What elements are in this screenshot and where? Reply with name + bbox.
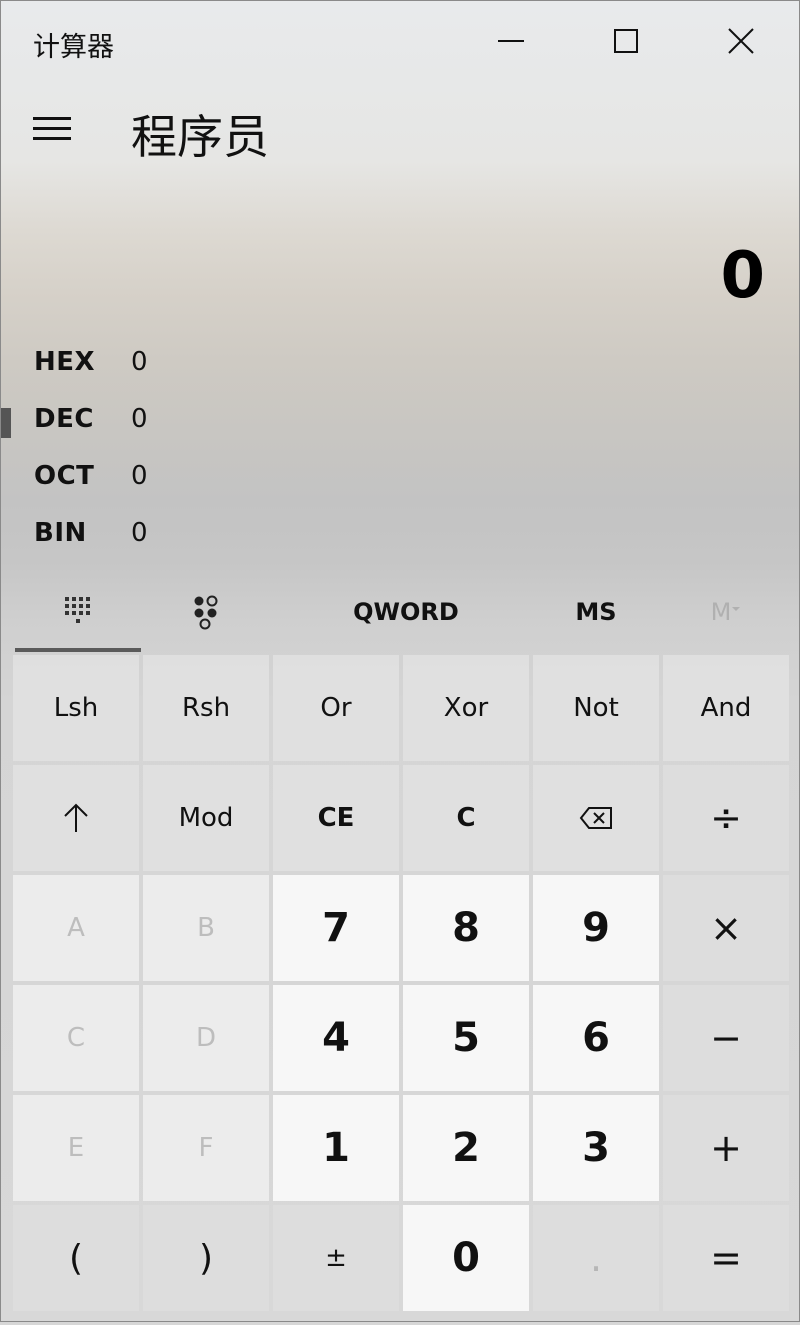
word-size-button[interactable]: QWORD [311,576,501,648]
bit-toggle-icon [194,595,218,630]
radix-row-dec[interactable]: DEC 0 [1,396,401,446]
hamburger-icon [33,117,71,140]
left-paren-button[interactable]: ( [13,1205,139,1311]
minus-button[interactable]: − [663,985,789,1091]
keypad-mode-row: QWORD MS M [1,576,799,656]
hex-f-button[interactable]: F [143,1095,269,1201]
not-button[interactable]: Not [533,655,659,761]
selection-indicator [1,408,11,438]
negate-button[interactable]: ± [273,1205,399,1311]
tab-bit-toggle[interactable] [146,576,268,648]
hex-b-button[interactable]: B [143,875,269,981]
maximize-icon [614,29,638,53]
arrow-up-icon [64,803,88,832]
or-button[interactable]: Or [273,655,399,761]
navigation-menu-button[interactable] [31,113,77,153]
hex-d-button[interactable]: D [143,985,269,1091]
keypad: Lsh Rsh Or Xor Not And Mod CE C ÷ A B 7 … [13,655,789,1311]
radix-label: DEC [34,404,94,434]
digit-0-button[interactable]: 0 [403,1205,529,1311]
equals-button[interactable]: = [663,1205,789,1311]
radix-row-hex[interactable]: HEX 0 [1,339,401,389]
active-tab-underline [15,648,141,652]
digit-8-button[interactable]: 8 [403,875,529,981]
radix-label: BIN [34,518,87,548]
app-title: 计算器 [33,32,114,63]
digit-9-button[interactable]: 9 [533,875,659,981]
keypad-grid-icon [65,597,90,623]
multiply-button[interactable]: × [663,875,789,981]
hex-e-button[interactable]: E [13,1095,139,1201]
result-display: 0 [720,239,765,313]
tab-full-keypad[interactable] [15,576,141,648]
clear-button[interactable]: C [403,765,529,871]
xor-button[interactable]: Xor [403,655,529,761]
chevron-down-icon [732,607,741,611]
radix-row-oct[interactable]: OCT 0 [1,453,401,503]
digit-2-button[interactable]: 2 [403,1095,529,1201]
maximize-button[interactable] [571,1,681,81]
calculator-window: 计算器 程序员 0 HEX 0 DEC 0 OCT 0 BIN 0 QWORD … [0,0,800,1322]
title-bar: 计算器 [1,1,799,81]
rsh-button[interactable]: Rsh [143,655,269,761]
lsh-button[interactable]: Lsh [13,655,139,761]
minimize-icon [498,40,524,42]
close-icon [728,28,754,54]
backspace-button[interactable] [533,765,659,871]
hex-c-button[interactable]: C [13,985,139,1091]
radix-label: OCT [34,461,95,491]
radix-value: 0 [131,461,148,491]
digit-3-button[interactable]: 3 [533,1095,659,1201]
decimal-button[interactable]: . [533,1205,659,1311]
backspace-icon [579,807,612,829]
radix-value: 0 [131,404,148,434]
and-button[interactable]: And [663,655,789,761]
clear-entry-button[interactable]: CE [273,765,399,871]
plus-button[interactable]: + [663,1095,789,1201]
digit-6-button[interactable]: 6 [533,985,659,1091]
close-button[interactable] [686,1,796,81]
mode-title: 程序员 [131,110,269,164]
hex-a-button[interactable]: A [13,875,139,981]
digit-4-button[interactable]: 4 [273,985,399,1091]
right-paren-button[interactable]: ) [143,1205,269,1311]
shift-button[interactable] [13,765,139,871]
digit-1-button[interactable]: 1 [273,1095,399,1201]
digit-5-button[interactable]: 5 [403,985,529,1091]
memory-store-button[interactable]: MS [541,576,651,648]
digit-7-button[interactable]: 7 [273,875,399,981]
memory-recall-button[interactable]: M [691,576,761,648]
radix-label: HEX [34,347,96,377]
minimize-button[interactable] [456,1,566,81]
mod-button[interactable]: Mod [143,765,269,871]
radix-row-bin[interactable]: BIN 0 [1,510,401,560]
radix-value: 0 [131,518,148,548]
divide-button[interactable]: ÷ [663,765,789,871]
memory-recall-label: M [710,598,732,626]
radix-value: 0 [131,347,148,377]
